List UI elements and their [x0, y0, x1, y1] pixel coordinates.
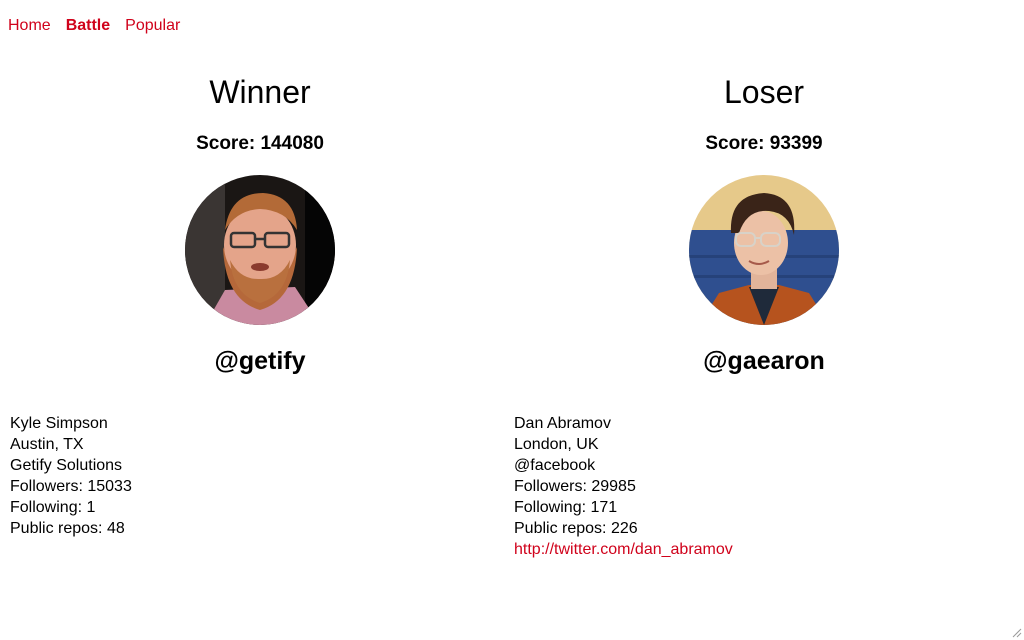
- detail-name: Dan Abramov: [514, 415, 611, 432]
- detail-blog-item: http://twitter.com/dan_abramov: [514, 539, 733, 560]
- detail-repos: Public repos: 226: [514, 520, 638, 537]
- detail-location: London, UK: [514, 436, 599, 453]
- detail-name: Kyle Simpson: [10, 415, 108, 432]
- detail-location: Austin, TX: [10, 436, 84, 453]
- result-label: Loser: [723, 74, 805, 110]
- detail-repos: Public repos: 48: [10, 520, 125, 537]
- detail-company: @facebook: [514, 457, 596, 474]
- battle-results-page: Home Battle Popular Winner Score: 144080: [0, 0, 1024, 640]
- player-details: Dan Abramov London, UK @facebook Followe…: [514, 413, 733, 560]
- avatar: [185, 175, 335, 325]
- winner-column: Winner Score: 144080 @getify Kyle Simpso…: [10, 0, 510, 640]
- profile-photo-getify: [185, 175, 335, 325]
- resize-grip-icon[interactable]: [1010, 626, 1022, 638]
- avatar: [689, 175, 839, 325]
- detail-following: Following: 171: [514, 499, 618, 516]
- detail-followers: Followers: 15033: [10, 478, 132, 495]
- loser-column: Loser Score: 93399 @gaearon Dan Abramov …: [514, 0, 1014, 640]
- score-text: Score: 144080: [196, 133, 324, 154]
- player-details: Kyle Simpson Austin, TX Getify Solutions…: [10, 413, 132, 539]
- username: @gaearon: [703, 347, 825, 375]
- score-text: Score: 93399: [705, 133, 823, 154]
- username: @getify: [214, 347, 306, 375]
- profile-photo-gaearon: [689, 175, 839, 325]
- result-label: Winner: [209, 74, 311, 110]
- detail-followers: Followers: 29985: [514, 478, 636, 495]
- detail-following: Following: 1: [10, 499, 96, 516]
- detail-company: Getify Solutions: [10, 457, 123, 474]
- blog-link[interactable]: http://twitter.com/dan_abramov: [514, 541, 733, 558]
